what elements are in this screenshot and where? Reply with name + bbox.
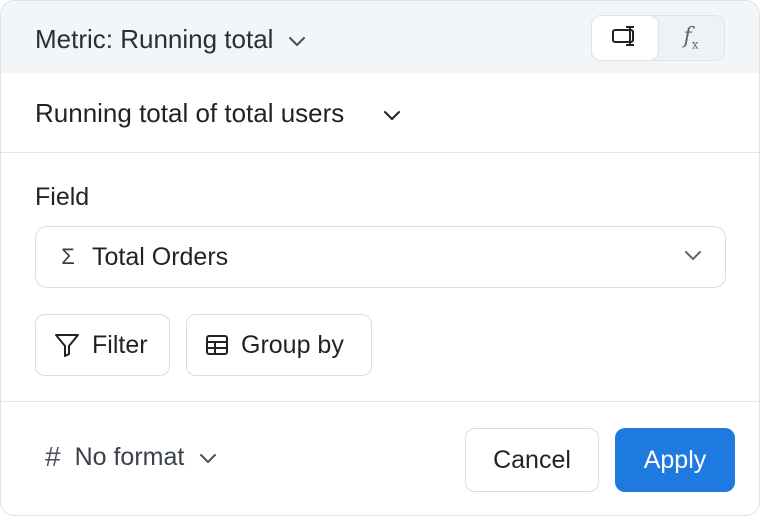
field-value: Total Orders: [92, 242, 229, 271]
funnel-icon: [54, 332, 80, 358]
apply-button[interactable]: Apply: [615, 428, 735, 492]
group-by-label: Group by: [241, 330, 344, 359]
metric-editor-panel: Metric: Running total fx Running total o…: [0, 0, 760, 516]
metric-type-label: Metric: Running total: [35, 23, 274, 54]
editor-mode-button[interactable]: [592, 16, 658, 60]
metric-type-dropdown[interactable]: Metric: Running total: [35, 23, 307, 55]
sigma-icon: Σ: [61, 244, 75, 269]
metric-name-dropdown[interactable]: Running total of total users: [35, 97, 402, 129]
panel-footer: # No format Cancel Apply: [1, 401, 759, 515]
field-select[interactable]: Σ Total Orders: [35, 226, 726, 288]
field-label: Field: [35, 183, 90, 211]
formula-mode-button[interactable]: fx: [658, 16, 724, 60]
format-dropdown[interactable]: # No format: [45, 440, 218, 474]
metric-name-row: Running total of total users: [1, 73, 759, 153]
chevron-down-icon: [382, 98, 402, 129]
formula-icon: fx: [683, 24, 699, 52]
mode-toggle: fx: [591, 15, 725, 61]
group-by-button[interactable]: Group by: [186, 314, 372, 376]
editor-mode-icon: [611, 24, 639, 53]
cancel-button[interactable]: Cancel: [465, 428, 599, 492]
filter-button[interactable]: Filter: [35, 314, 170, 376]
metric-name-label: Running total of total users: [35, 97, 345, 128]
format-label: No format: [74, 442, 185, 471]
chevron-down-icon: [198, 443, 218, 472]
chevron-down-icon: [287, 24, 307, 55]
hash-icon: #: [45, 441, 61, 472]
table-icon: [205, 333, 229, 357]
chevron-down-icon: [683, 249, 703, 267]
filter-label: Filter: [92, 330, 148, 359]
panel-header: Metric: Running total fx: [1, 1, 759, 73]
